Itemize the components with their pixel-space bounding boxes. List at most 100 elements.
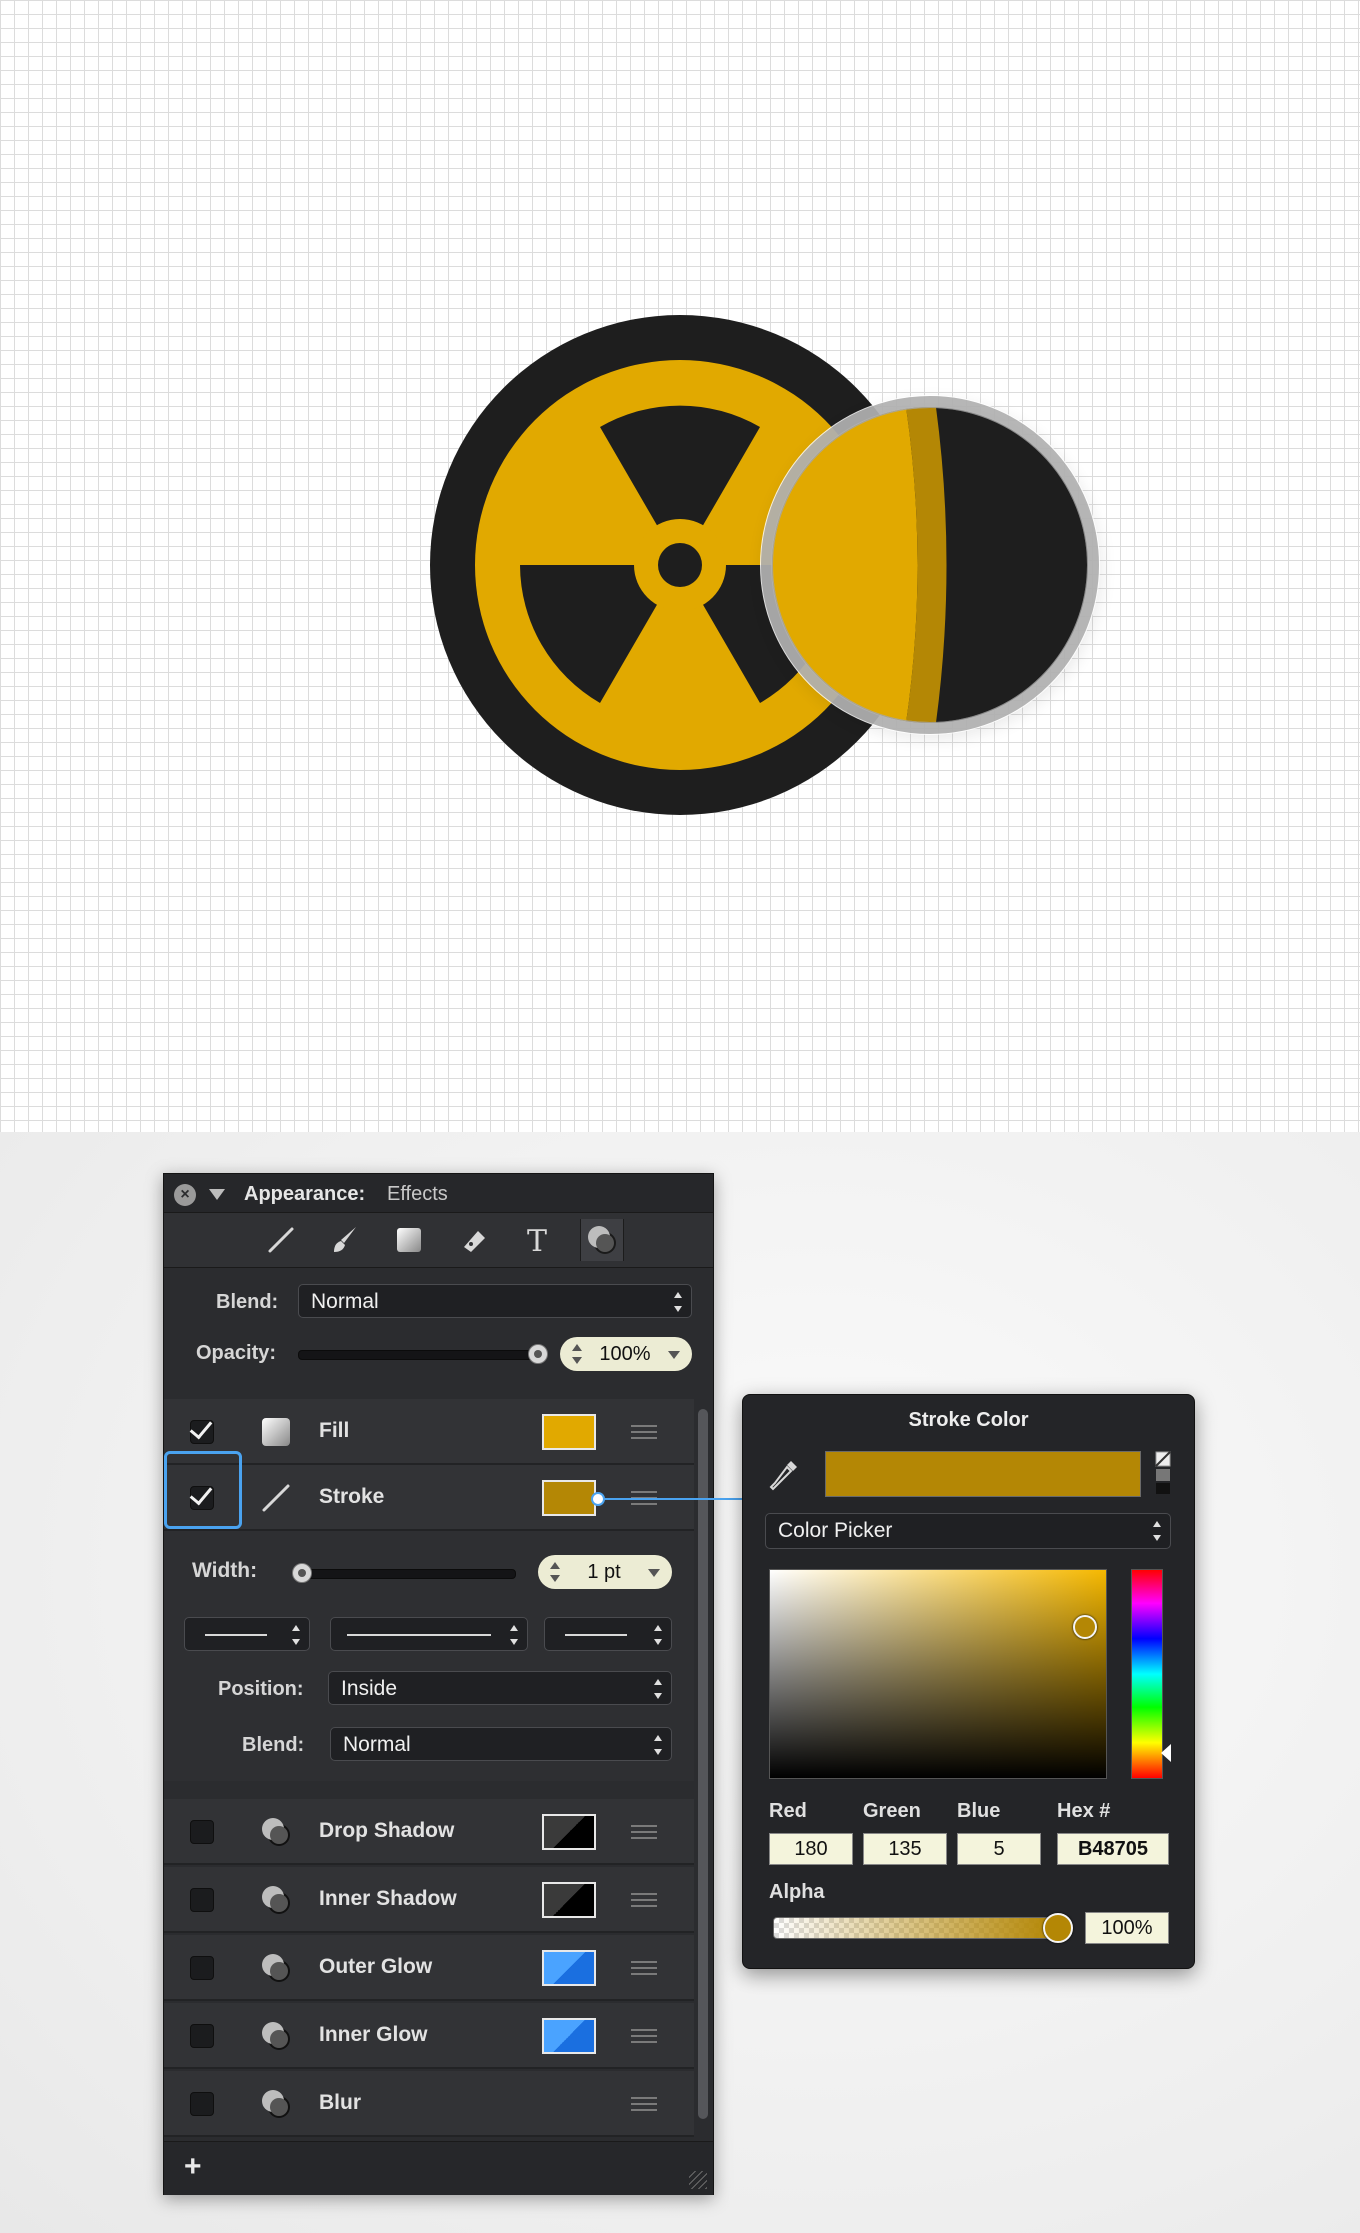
picker-mode-select[interactable]: Color Picker xyxy=(765,1513,1171,1549)
line-end-select[interactable] xyxy=(544,1617,672,1651)
panel-subtitle: Effects xyxy=(387,1183,448,1205)
close-icon[interactable]: × xyxy=(174,1184,196,1206)
collapse-triangle-icon[interactable] xyxy=(209,1189,225,1200)
text-tool-icon[interactable]: T xyxy=(516,1219,558,1261)
effect-icon xyxy=(262,2090,290,2118)
list-item-stroke[interactable]: Stroke xyxy=(164,1465,694,1531)
width-stepper[interactable]: 1 pt xyxy=(538,1555,672,1589)
fill-tool-icon[interactable] xyxy=(388,1219,430,1261)
alpha-slider-track[interactable] xyxy=(773,1917,1055,1939)
chevron-down-icon[interactable] xyxy=(648,1569,660,1577)
popover-title: Stroke Color xyxy=(908,1409,1029,1431)
drop-shadow-label: Drop Shadow xyxy=(319,1819,455,1842)
inner-shadow-swatch[interactable] xyxy=(542,1882,596,1918)
drop-shadow-swatch[interactable] xyxy=(542,1814,596,1850)
list-item-drop-shadow[interactable]: Drop Shadow xyxy=(164,1799,694,1865)
picker-mode-value: Color Picker xyxy=(778,1519,893,1542)
drag-handle-icon[interactable] xyxy=(631,1491,657,1505)
hex-field[interactable]: B48705 xyxy=(1057,1833,1169,1865)
chevron-updown-icon xyxy=(1152,1520,1162,1542)
hue-slider[interactable] xyxy=(1131,1569,1163,1779)
alpha-label: Alpha xyxy=(769,1881,825,1903)
dash-style-select[interactable] xyxy=(330,1617,528,1651)
alpha-slider-knob[interactable] xyxy=(1043,1913,1073,1943)
stroke-blend-select[interactable]: Normal xyxy=(330,1727,672,1761)
outer-glow-label: Outer Glow xyxy=(319,1955,433,1978)
outer-glow-swatch[interactable] xyxy=(542,1950,596,1986)
blur-checkbox[interactable] xyxy=(190,2092,214,2116)
drag-handle-icon[interactable] xyxy=(631,1425,657,1439)
chevron-updown-icon xyxy=(653,1734,663,1756)
eyedropper-icon[interactable] xyxy=(767,1455,803,1495)
inner-shadow-checkbox[interactable] xyxy=(190,1888,214,1912)
inner-glow-label: Inner Glow xyxy=(319,2023,428,2046)
effects-tool-icon[interactable] xyxy=(580,1219,624,1261)
list-item-inner-glow[interactable]: Inner Glow xyxy=(164,2003,694,2069)
brush-tool-icon[interactable] xyxy=(324,1219,366,1261)
stroke-icon xyxy=(262,1484,290,1512)
stroke-color-swatch[interactable] xyxy=(542,1480,596,1516)
fill-icon xyxy=(262,1418,290,1446)
drop-shadow-checkbox[interactable] xyxy=(190,1820,214,1844)
chevron-down-icon[interactable] xyxy=(668,1351,680,1359)
red-field[interactable]: 180 xyxy=(769,1833,853,1865)
color-swap-icon[interactable] xyxy=(1155,1451,1171,1495)
stroke-color-popover: Stroke Color Color Picker Red Green Blue… xyxy=(742,1394,1195,1969)
opacity-value: 100% xyxy=(599,1343,651,1365)
drag-handle-icon[interactable] xyxy=(631,2029,657,2043)
alpha-field[interactable]: 100% xyxy=(1085,1912,1169,1944)
effect-icon xyxy=(262,1954,290,1982)
drag-handle-icon[interactable] xyxy=(631,1825,657,1839)
width-slider-knob[interactable] xyxy=(292,1563,312,1583)
effects-list: Fill Stroke Width: 1 pt Position: Inside… xyxy=(164,1399,694,2139)
saturation-value-knob[interactable] xyxy=(1073,1615,1097,1639)
stroke-blend-value: Normal xyxy=(343,1733,411,1756)
outer-glow-checkbox[interactable] xyxy=(190,1956,214,1980)
list-item-outer-glow[interactable]: Outer Glow xyxy=(164,1935,694,2001)
blend-label: Blend: xyxy=(216,1291,279,1313)
add-effect-button[interactable]: + xyxy=(184,2150,202,2184)
eraser-tool-icon[interactable] xyxy=(452,1219,494,1261)
artboard-canvas[interactable] xyxy=(0,0,1360,1132)
inner-glow-checkbox[interactable] xyxy=(190,2024,214,2048)
current-color-well[interactable] xyxy=(825,1451,1141,1497)
hue-marker-icon[interactable] xyxy=(1161,1744,1171,1762)
line-cap-select[interactable] xyxy=(184,1617,310,1651)
appearance-panel: × Appearance: Effects T Blend: Normal Op… xyxy=(163,1173,714,2195)
hex-label: Hex # xyxy=(1057,1800,1111,1822)
drag-handle-icon[interactable] xyxy=(631,1893,657,1907)
resize-grip-icon[interactable] xyxy=(689,2171,707,2189)
blend-select[interactable]: Normal xyxy=(298,1284,692,1318)
panel-scrollbar[interactable] xyxy=(694,1399,712,2139)
scrollbar-thumb[interactable] xyxy=(698,1409,708,2119)
stroke-tool-icon[interactable] xyxy=(260,1219,302,1261)
blue-field[interactable]: 5 xyxy=(957,1833,1041,1865)
list-item-blur[interactable]: Blur xyxy=(164,2071,694,2137)
saturation-value-field[interactable] xyxy=(769,1569,1107,1779)
opacity-slider-knob[interactable] xyxy=(528,1344,548,1364)
opacity-stepper[interactable]: 100% xyxy=(560,1337,692,1371)
chevron-updown-icon xyxy=(653,1678,663,1700)
stepper-arrows-icon[interactable] xyxy=(550,1562,560,1582)
opacity-slider-track[interactable] xyxy=(298,1350,540,1360)
panel-footer: + xyxy=(164,2141,713,2195)
drag-handle-icon[interactable] xyxy=(631,2097,657,2111)
stepper-arrows-icon[interactable] xyxy=(572,1344,582,1364)
position-select[interactable]: Inside xyxy=(328,1671,672,1705)
effect-icon xyxy=(262,2022,290,2050)
green-field[interactable]: 135 xyxy=(863,1833,947,1865)
chevron-updown-icon xyxy=(653,1624,663,1646)
list-item-fill[interactable]: Fill xyxy=(164,1399,694,1465)
inner-glow-swatch[interactable] xyxy=(542,2018,596,2054)
position-value: Inside xyxy=(341,1677,398,1700)
panel-title: Appearance: xyxy=(244,1183,366,1205)
inner-shadow-label: Inner Shadow xyxy=(319,1887,457,1910)
radiation-artwork[interactable] xyxy=(0,0,1360,1132)
width-slider-track[interactable] xyxy=(298,1569,516,1579)
fill-color-swatch[interactable] xyxy=(542,1414,596,1450)
list-item-inner-shadow[interactable]: Inner Shadow xyxy=(164,1867,694,1933)
drag-handle-icon[interactable] xyxy=(631,1961,657,1975)
fill-checkbox[interactable] xyxy=(189,1415,214,1444)
svg-text:T: T xyxy=(527,1224,547,1259)
checkmark-icon xyxy=(189,1415,213,1440)
